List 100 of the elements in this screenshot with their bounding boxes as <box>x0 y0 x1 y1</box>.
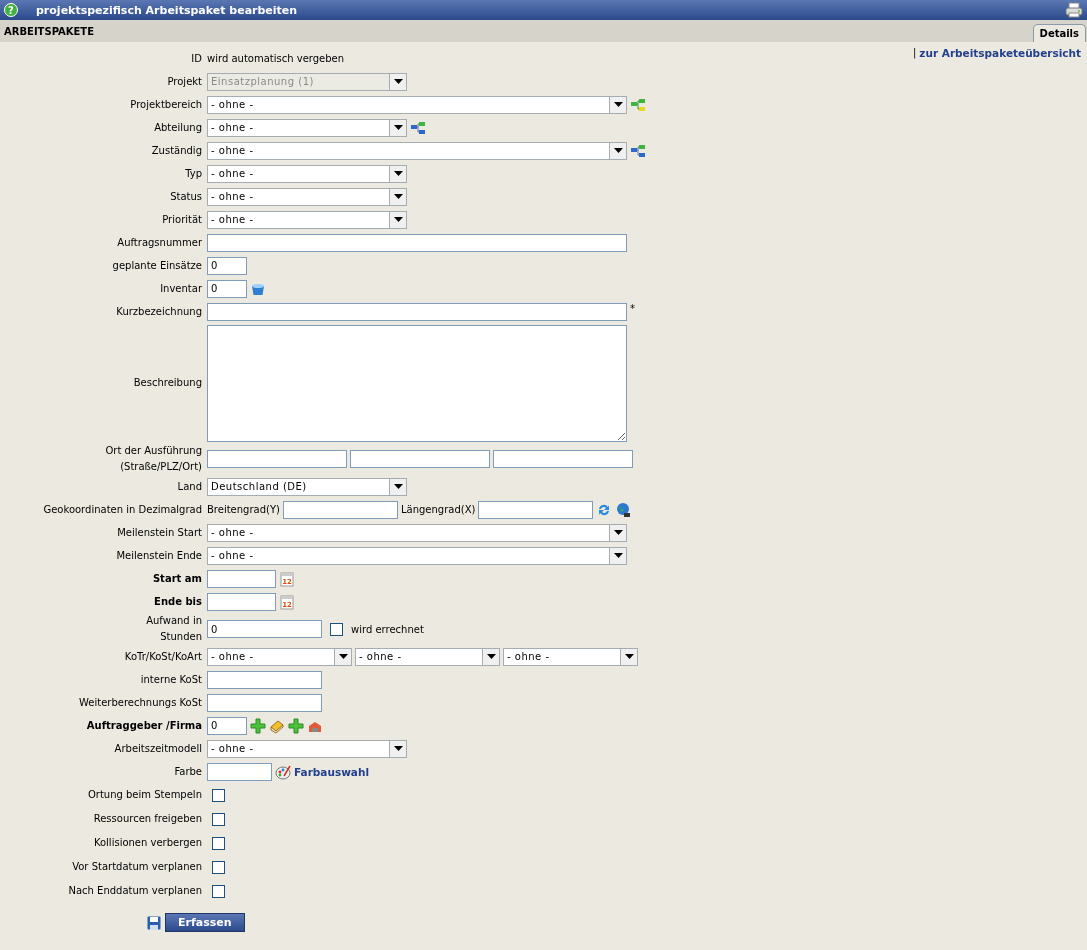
window-title: projektspezifisch Arbeitspaket bearbeiten <box>36 3 299 17</box>
plus-icon[interactable] <box>288 717 304 734</box>
field-label: geplante Einsätze <box>111 258 203 273</box>
description-field[interactable] <box>207 324 627 442</box>
caret-icon <box>393 484 403 489</box>
globe-icon[interactable] <box>615 501 632 518</box>
dropdown[interactable]: - ohne - <box>207 187 407 206</box>
field-label: Meilenstein Ende <box>115 548 203 563</box>
field-label: Weiterberechnungs KoSt <box>78 695 203 710</box>
color-picker-link[interactable]: Farbauswahl <box>294 765 369 778</box>
link-separator: | <box>912 47 917 59</box>
caret-icon <box>613 530 623 535</box>
caret-icon <box>393 746 403 751</box>
caret-icon <box>613 102 623 107</box>
input-field[interactable] <box>493 450 633 468</box>
input-field[interactable] <box>282 500 398 519</box>
plus-icon[interactable] <box>250 717 266 734</box>
field-label: KoTr/KoSt/KoArt <box>123 649 203 664</box>
field-label: Ortung beim Stempeln <box>86 788 203 802</box>
dropdown[interactable]: - ohne - <box>355 647 500 666</box>
dropdown[interactable]: - ohne - <box>207 118 407 137</box>
input-field[interactable]: 0 <box>207 279 247 298</box>
field-label: Status <box>169 189 203 204</box>
dropdown[interactable]: Deutschland (DE) <box>207 477 407 496</box>
dropdown[interactable]: - ohne - <box>207 141 627 160</box>
field-label: Kollisionen verbergen <box>92 836 203 850</box>
field-label: Abteilung <box>153 120 203 135</box>
field-label: Kurzbezeichnung <box>115 304 203 319</box>
checkbox[interactable] <box>212 860 225 874</box>
field-label: Farbe <box>173 764 203 779</box>
dropdown[interactable]: - ohne - <box>207 95 627 114</box>
field-label: Auftragsnummer <box>116 235 203 250</box>
checkbox[interactable] <box>212 788 225 802</box>
input-field[interactable] <box>207 762 272 781</box>
caret-icon <box>393 125 403 130</box>
dropdown[interactable]: - ohne - <box>207 546 627 565</box>
caret-icon <box>393 217 403 222</box>
details-tab[interactable]: Details <box>1032 24 1086 42</box>
caret-icon <box>613 553 623 558</box>
field-label: Aufwand in Stunden <box>145 614 203 644</box>
checkbox[interactable] <box>330 622 343 636</box>
save-icon[interactable] <box>147 915 161 930</box>
input-field[interactable] <box>207 569 276 588</box>
dropdown[interactable]: - ohne - <box>503 647 638 666</box>
input-field[interactable] <box>207 233 627 252</box>
field-label: Inventar <box>159 281 203 296</box>
field-label: Priorität <box>161 212 203 227</box>
field-label: Ort der Ausführung (Straße/PLZ/Ort) <box>104 444 203 474</box>
printer-icon[interactable] <box>1065 2 1083 18</box>
input-field[interactable] <box>207 592 276 611</box>
input-field[interactable] <box>207 670 322 689</box>
input-field[interactable] <box>207 302 627 321</box>
field-label: Beschreibung <box>132 376 203 390</box>
overview-link[interactable]: zur Arbeitspaketeübersicht <box>919 47 1081 59</box>
caret-icon <box>338 654 348 659</box>
section-title: ARBEITSPAKETE <box>4 25 95 37</box>
field-label: Ressourcen freigeben <box>92 812 203 826</box>
field-label: Start am <box>151 571 203 586</box>
checkbox[interactable] <box>212 812 225 826</box>
field-label: Meilenstein Start <box>116 525 203 540</box>
dropdown[interactable]: - ohne - <box>207 523 627 542</box>
checkbox[interactable] <box>212 884 225 898</box>
caret-icon <box>393 171 403 176</box>
input-field[interactable]: 0 <box>207 620 322 638</box>
field-label: Auftraggeber /Firma <box>85 718 203 733</box>
dropdown[interactable]: - ohne - <box>207 739 407 758</box>
input-field[interactable]: 0 <box>207 256 247 275</box>
tree-icon[interactable] <box>410 119 426 136</box>
field-label: Projektbereich <box>129 97 203 112</box>
caret-icon <box>393 194 403 199</box>
field-label: Nach Enddatum verplanen <box>67 884 203 898</box>
input-field[interactable] <box>207 693 322 712</box>
input-field[interactable] <box>478 500 594 519</box>
field-label: Projekt <box>166 74 203 89</box>
field-label: Ende bis <box>153 594 203 609</box>
dropdown[interactable]: - ohne - <box>207 164 407 183</box>
checkbox[interactable] <box>212 836 225 850</box>
input-field[interactable] <box>350 450 490 468</box>
field-label: Typ <box>184 166 203 181</box>
input-field[interactable]: 0 <box>207 716 247 735</box>
caret-icon <box>486 654 496 659</box>
field-text: wird errechnet <box>351 623 424 635</box>
caret-icon <box>624 654 634 659</box>
palette-icon[interactable] <box>275 763 291 780</box>
field-label: Arbeitszeitmodell <box>113 741 203 756</box>
field-label: Land <box>176 479 203 494</box>
field-label: interne KoSt <box>139 672 203 687</box>
tree-icon[interactable] <box>630 96 646 113</box>
tree-icon[interactable] <box>630 142 646 159</box>
dropdown[interactable]: - ohne - <box>207 647 352 666</box>
submit-button[interactable]: Erfassen <box>165 913 245 932</box>
input-field[interactable] <box>207 450 347 468</box>
field-text: Breitengrad(Y) <box>207 504 280 515</box>
field-label: Geokoordinaten in Dezimalgrad <box>42 502 203 517</box>
field-text: wird automatisch vergeben <box>207 53 345 64</box>
caret-icon <box>613 148 623 153</box>
dropdown[interactable]: - ohne - <box>207 210 407 229</box>
required-mark: * <box>630 302 635 314</box>
field-text: Längengrad(X) <box>400 504 476 515</box>
field-label: Zuständig <box>150 143 203 158</box>
